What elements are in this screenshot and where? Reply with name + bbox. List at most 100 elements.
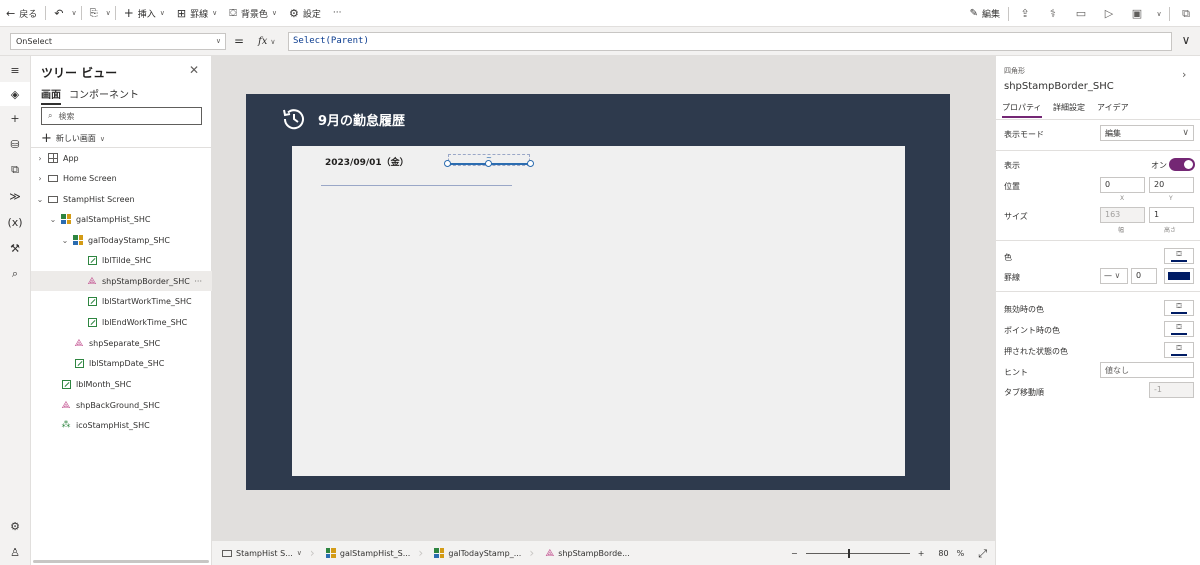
settings-gear-icon[interactable]: ⚙ [0,514,30,538]
back-button[interactable]: ← 戻る [0,0,43,27]
chevron-right-icon[interactable]: › [1182,68,1186,81]
screen-icon [47,193,59,205]
insert-icon[interactable]: + [0,106,30,130]
undo-button[interactable]: ↶ [48,0,69,27]
tooltip-input[interactable]: 値なし [1100,362,1194,378]
zoom-out-button[interactable]: − [791,549,798,558]
tab-advanced[interactable]: 詳細設定 [1053,102,1085,116]
expand-formula-icon[interactable]: ∨ [1176,33,1196,50]
tab-ideas[interactable]: アイデア [1097,102,1129,116]
breadcrumb-shpstampborder[interactable]: ⟁ shpStampBorde... [535,541,637,565]
history-icon[interactable] [281,106,307,132]
display-mode-dropdown[interactable]: 編集 ∨ [1100,125,1194,141]
hamburger-icon[interactable]: ≡ [0,58,30,82]
tree-item-home-screen[interactable]: › Home Screen [31,168,212,188]
more-button[interactable]: ··· [327,0,348,27]
tree-item-lbltilde[interactable]: lblTilde_SHC [31,250,212,270]
y-input[interactable]: 20 [1149,177,1194,193]
x-input[interactable]: 0 [1100,177,1145,193]
tab-index-input[interactable]: -1 [1149,382,1194,398]
border-width-input[interactable]: 0 [1131,268,1157,284]
power-automate-icon[interactable]: ≫ [0,184,30,208]
app-screen[interactable]: 9月の勤怠履歴 2023/09/01（金） ~ [246,94,950,490]
media-icon[interactable]: ⧉ [0,158,30,182]
formula-input[interactable]: Select(Parent) [288,32,1172,51]
horizontal-scrollbar[interactable] [33,560,209,563]
height-input[interactable]: 1 [1149,207,1194,223]
border-color-button[interactable] [1164,268,1194,284]
tab-screens[interactable]: 画面 [41,86,61,105]
save-icon[interactable]: ▣ [1123,0,1151,27]
edit-button[interactable]: ✎ 編集 [964,0,1006,27]
background-color-button[interactable]: ⛋ 背景色 ∨ [223,0,283,27]
tree-item-lblstampdate[interactable]: lblStampDate_SHC [31,353,212,373]
breadcrumb-screen[interactable]: StampHist S... ∨ [212,541,310,565]
advanced-tools-icon[interactable]: ⚒ [0,236,30,260]
control-name[interactable]: shpStampBorder_SHC [1004,81,1114,92]
more-options-icon[interactable]: ··· [194,277,202,286]
panel-title: ツリー ビュー [41,66,118,80]
divider [114,6,116,20]
property-dropdown[interactable]: OnSelect ∨ [10,33,226,50]
paste-dropdown[interactable]: ∨ [104,0,113,27]
close-icon[interactable]: ✕ [189,63,199,77]
comment-icon[interactable]: ▭ [1067,0,1095,27]
breadcrumb-galtodaystamp[interactable]: galTodayStamp_... [424,541,529,565]
fit-to-window-icon[interactable]: ⤢ [978,547,987,561]
tree-item-lblendworktime[interactable]: lblEndWorkTime_SHC [31,312,212,332]
month-title: 9月の勤怠履歴 [318,114,406,129]
new-screen-button[interactable]: + 新しい画面 ∨ [41,131,105,146]
tree-item-lblmonth[interactable]: lblMonth_SHC [31,374,212,394]
tree-view-icon[interactable]: ◈ [0,82,30,106]
undo-dropdown[interactable]: ∨ [69,0,78,27]
tree-item-shpseparate[interactable]: ⟁ shpSeparate_SHC [31,333,212,353]
visible-toggle[interactable] [1169,158,1195,171]
publish-icon[interactable]: ⧉ [1172,0,1200,27]
tree-item-galtodaystamp[interactable]: ⌄ galTodayStamp_SHC [31,230,212,250]
settings-button[interactable]: ⚙ 設定 [283,0,327,27]
color-picker-button[interactable]: ⛋ [1164,248,1194,264]
chevron-down-icon: ∨ [105,9,111,17]
insert-button[interactable]: + 挿入 ∨ [118,0,171,27]
border-style-dropdown[interactable]: — ∨ [1100,268,1128,284]
width-input[interactable]: 163 [1100,207,1145,223]
disabled-color-button[interactable]: ⛋ [1164,300,1194,316]
search-input[interactable]: ⌕ 検索 [41,107,202,125]
tree-item-app[interactable]: › App [31,148,212,168]
tree-item-icostamphist[interactable]: ⁂ icoStampHist_SHC [31,415,212,435]
tree-item-stamphist-screen[interactable]: ⌄ StampHist Screen [31,189,212,209]
tree-item-shpstampborder[interactable]: ⟁ shpStampBorder_SHC ··· [31,271,212,291]
zoom-in-button[interactable]: + [918,549,925,558]
tree-item-galstamphist[interactable]: ⌄ galStampHist_SHC [31,209,212,229]
tree-item-lblstartworktime[interactable]: lblStartWorkTime_SHC [31,291,212,311]
data-icon[interactable]: ⛁ [0,132,30,156]
virtual-agent-icon[interactable]: ♙ [0,540,30,564]
tree-item-shpbackground[interactable]: ⟁ shpBackGround_SHC [31,395,212,415]
tab-components[interactable]: コンポーネント [69,86,139,103]
breadcrumb-galstamphist[interactable]: galStampHist_S... [316,541,418,565]
resize-handle-right[interactable] [527,160,534,167]
function-button[interactable]: fx ∨ [250,32,287,51]
share-icon[interactable]: ⇪ [1011,0,1039,27]
resize-handle-left[interactable] [444,160,451,167]
play-icon[interactable]: ▷ [1095,0,1123,27]
gallery-row[interactable]: 2023/09/01（金） ~ [321,153,534,186]
paste-button[interactable]: ⎘ [84,0,104,27]
zoom-slider-thumb[interactable] [847,549,850,558]
tab-properties[interactable]: プロパティ [1002,102,1042,118]
search-icon[interactable]: ⌕ [0,262,30,286]
shape-icon: ⟁ [545,547,555,559]
hover-color-button[interactable]: ⛋ [1164,321,1194,337]
zoom-slider[interactable] [805,549,910,558]
stamp-date-label[interactable]: 2023/09/01（金） [325,155,409,168]
chevron-down-icon: ∨ [1156,9,1162,18]
app-checker-icon[interactable]: ⚕ [1039,0,1067,27]
border-button[interactable]: ⊞ 罫線 ∨ [171,0,223,27]
variables-icon[interactable]: (x) [0,210,30,234]
paint-bucket-icon: ⛋ [1176,250,1182,258]
stamp-history-gallery[interactable]: 2023/09/01（金） ~ [292,146,905,476]
resize-handle-center[interactable] [485,160,492,167]
pressed-color-button[interactable]: ⛋ [1164,342,1194,358]
save-dropdown[interactable]: ∨ [1151,0,1167,27]
divider [45,6,47,20]
